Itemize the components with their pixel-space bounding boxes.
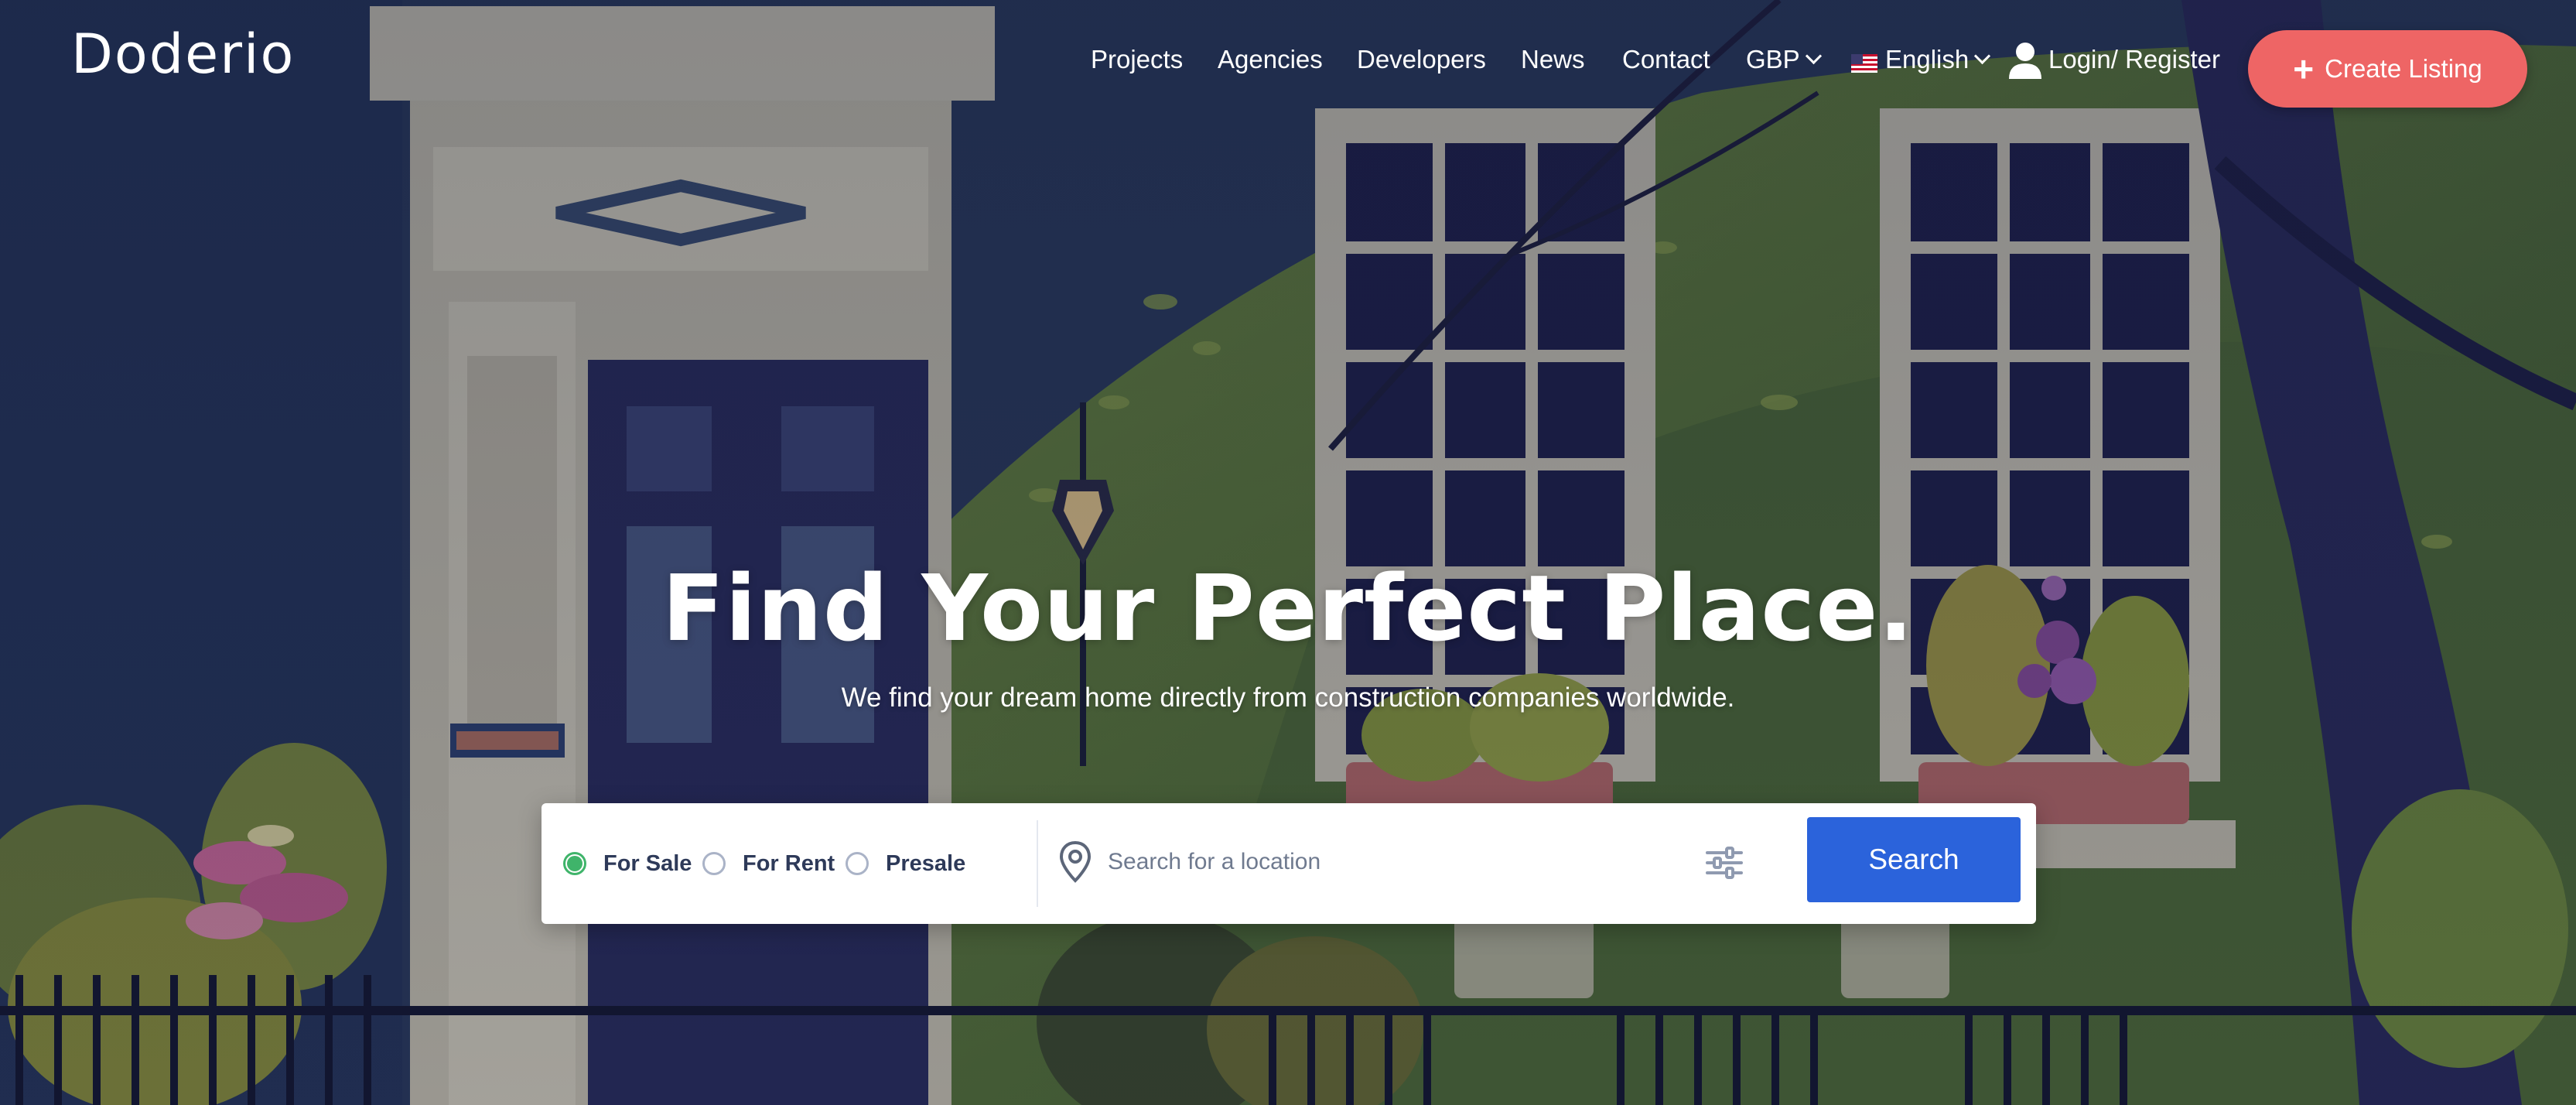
currency-selector[interactable]: GBP (1746, 45, 1822, 74)
login-register-link[interactable]: Login/ Register (2048, 45, 2220, 74)
option-label: Presale (886, 850, 966, 876)
location-pin-icon (1059, 840, 1092, 883)
site-logo[interactable]: Doderio (71, 23, 295, 85)
language-label: English (1885, 45, 1970, 74)
hero-title: Find Your Perfect Place. (661, 555, 1915, 662)
chevron-down-icon (1974, 47, 1991, 65)
user-icon (2009, 43, 2041, 79)
option-presale[interactable]: Presale (846, 847, 965, 881)
chevron-down-icon (1805, 47, 1822, 65)
language-selector[interactable]: English (1885, 45, 1991, 74)
create-listing-label: Create Listing (2325, 54, 2482, 83)
create-listing-button[interactable]: + Create Listing (2248, 30, 2527, 108)
search-panel: For Sale For Rent Presale Search (542, 803, 2036, 924)
hero-section: Doderio Projects Agencies Developers New… (0, 0, 2576, 1105)
radio-unchecked-icon[interactable] (846, 852, 869, 875)
radio-unchecked-icon[interactable] (702, 852, 726, 875)
nav-developers[interactable]: Developers (1357, 45, 1486, 74)
hero-subtitle: We find your dream home directly from co… (841, 682, 1735, 713)
filter-sliders-icon[interactable] (1705, 843, 1744, 882)
divider (1037, 820, 1038, 907)
nav-projects[interactable]: Projects (1091, 45, 1183, 74)
option-label: For Sale (603, 850, 692, 876)
currency-label: GBP (1746, 45, 1800, 74)
option-for-sale[interactable]: For Sale (563, 847, 692, 881)
location-search-input[interactable] (1106, 834, 1666, 890)
nav-contact[interactable]: Contact (1622, 45, 1710, 74)
nav-agencies[interactable]: Agencies (1218, 45, 1323, 74)
plus-icon: + (2293, 49, 2315, 89)
search-button[interactable]: Search (1807, 817, 2021, 902)
radio-checked-icon[interactable] (563, 852, 586, 875)
option-label: For Rent (743, 850, 835, 876)
hero-background-illustration (0, 0, 2576, 1105)
nav-news[interactable]: News (1521, 45, 1585, 74)
option-for-rent[interactable]: For Rent (702, 847, 835, 881)
us-flag-icon (1851, 54, 1877, 73)
